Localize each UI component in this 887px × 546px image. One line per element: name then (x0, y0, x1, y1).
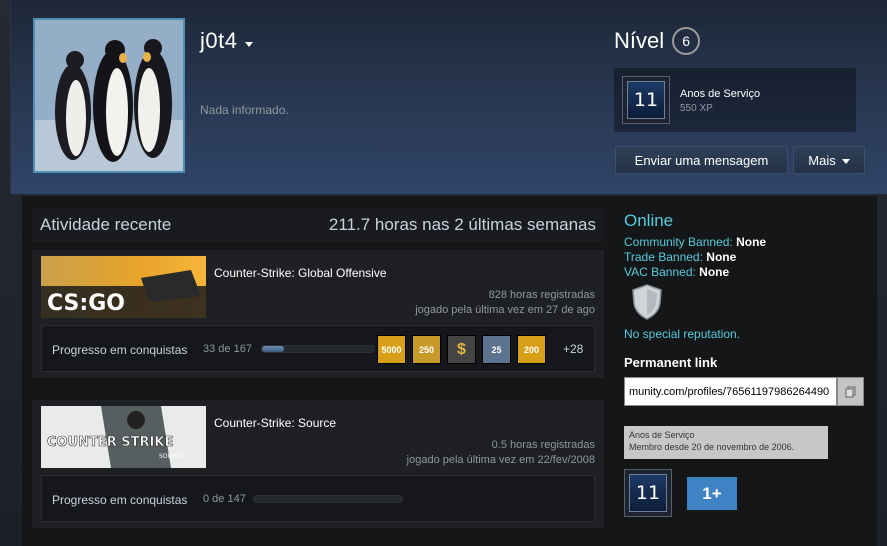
achievement-icon[interactable]: 200 (517, 335, 546, 364)
persona-name-dropdown[interactable]: j0t4 (200, 28, 254, 54)
game-name[interactable]: Counter-Strike: Global Offensive (214, 266, 387, 280)
achievement-progress-bar (261, 345, 375, 353)
permanent-link-field[interactable]: munity.com/profiles/76561197986264490 (624, 377, 837, 406)
badge-tooltip: Anos de Serviço Membro desde 20 de novem… (624, 426, 828, 459)
achievement-icon[interactable]: 5000 (377, 335, 406, 364)
chevron-down-icon (245, 41, 254, 47)
recent-activity-hours: 211.7 horas nas 2 últimas semanas (328, 215, 596, 234)
plus-badge-icon[interactable]: 1+ (687, 477, 737, 510)
game-capsule-css[interactable]: COUNTER STRIKE SOURCE (41, 406, 206, 468)
more-button-label: Mais (808, 152, 836, 168)
svg-text:SOURCE: SOURCE (159, 453, 184, 460)
achievement-count: 0 de 147 (203, 493, 246, 505)
vac-ban-status: VAC Banned: None (624, 265, 730, 279)
game-capsule-csgo[interactable]: CS:GO (41, 256, 206, 318)
reputation-text: No special reputation. (624, 327, 741, 341)
game-hours: 828 horas registradas (488, 289, 595, 301)
svg-text:COUNTER STRIKE: COUNTER STRIKE (47, 435, 173, 450)
achievement-progress-label: Progresso em conquistas (52, 493, 188, 507)
game-name[interactable]: Counter-Strike: Source (214, 416, 336, 430)
featured-badge[interactable]: 11 Anos de Serviço 550 XP (614, 68, 856, 132)
shield-icon (630, 283, 664, 321)
level-display: Nível 6 (614, 27, 701, 55)
achievement-progress-row[interactable]: Progresso em conquistas 33 de 167 5000 2… (41, 325, 595, 372)
recent-activity-header: Atividade recente 211.7 horas nas 2 últi… (32, 208, 604, 242)
avatar[interactable] (33, 18, 185, 173)
level-label: Nível (614, 28, 665, 53)
permanent-link-title: Permanent link (624, 355, 718, 370)
achievement-icon[interactable]: 250 (412, 335, 441, 364)
game-last-played: jogado pela última vez em 22/fev/2008 (406, 454, 595, 466)
copy-link-button[interactable] (837, 377, 864, 406)
achievement-progress-row[interactable]: Progresso em conquistas 0 de 147 (41, 475, 595, 522)
send-message-button[interactable]: Enviar uma mensagem (615, 146, 788, 174)
online-status: Online (624, 211, 674, 230)
game-row-css: COUNTER STRIKE SOURCE Counter-Strike: So… (32, 400, 604, 528)
more-button[interactable]: Mais (793, 146, 865, 174)
years-of-service-badge-icon: 11 (622, 76, 670, 124)
level-badge[interactable]: 6 (672, 27, 701, 55)
profile-header: j0t4 Nada informado. Nível 6 11 Anos de … (10, 0, 887, 194)
achievement-progress-fill (262, 346, 285, 352)
achievement-count: 33 de 167 (203, 343, 252, 355)
recent-activity-title: Atividade recente (40, 215, 172, 234)
achievement-progress-bar (253, 495, 403, 503)
game-row-csgo: CS:GO Counter-Strike: Global Offensive 8… (32, 250, 604, 378)
persona-name: j0t4 (200, 28, 238, 53)
svg-text:CS:GO: CS:GO (47, 291, 125, 316)
game-last-played: jogado pela última vez em 27 de ago (415, 304, 595, 316)
community-ban-status: Community Banned: None (624, 235, 767, 249)
achievement-progress-label: Progresso em conquistas (52, 343, 188, 357)
profile-summary: Nada informado. (200, 103, 289, 117)
years-of-service-badge-icon[interactable]: 11 (624, 469, 672, 517)
game-hours: 0.5 horas registradas (491, 439, 595, 451)
chevron-down-icon (841, 158, 850, 164)
more-achievements[interactable]: +28 (563, 342, 583, 356)
copy-icon (845, 386, 855, 397)
trade-ban-status: Trade Banned: None (624, 250, 737, 264)
featured-badge-xp: 550 XP (680, 103, 713, 114)
achievement-icon[interactable]: 25 (482, 335, 511, 364)
achievement-icon[interactable]: $ (447, 335, 476, 364)
featured-badge-title: Anos de Serviço (680, 88, 761, 100)
